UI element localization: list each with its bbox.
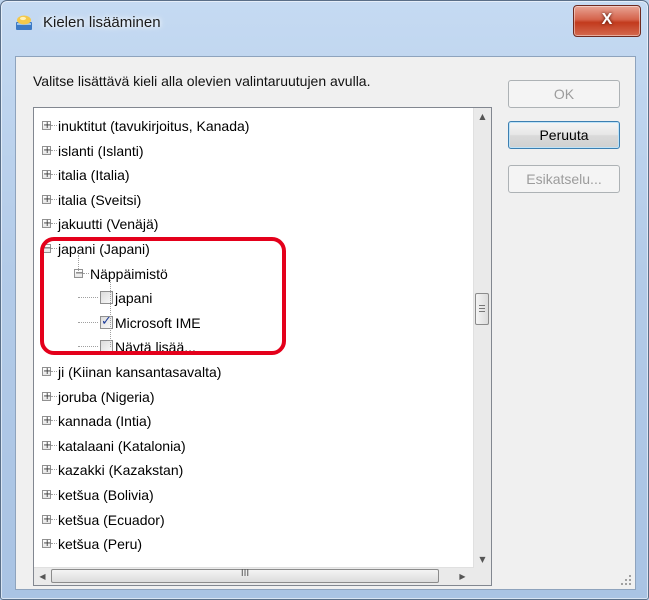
tree-row[interactable]: + kazakki (Kazakstan): [34, 459, 474, 482]
tree-row[interactable]: Näytä lisää...: [34, 336, 474, 359]
collapse-icon[interactable]: −: [42, 244, 51, 254]
tree-row[interactable]: − Näppäimistö: [34, 263, 474, 286]
tree-row[interactable]: + ji (Kiinan kansantasavalta): [34, 361, 474, 384]
tree-item-label: italia (Italia): [58, 167, 130, 184]
tree-item-label: ji (Kiinan kansantasavalta): [58, 364, 222, 380]
tree-item-label: japani: [115, 290, 153, 307]
expand-icon[interactable]: +: [42, 465, 51, 475]
tree-item-label: kannada (Intia): [58, 413, 152, 430]
resize-grip-icon[interactable]: [621, 575, 631, 585]
cancel-button[interactable]: Peruuta: [508, 121, 620, 149]
expand-icon[interactable]: +: [42, 490, 51, 500]
vertical-scroll-thumb[interactable]: [475, 293, 489, 325]
tree-row[interactable]: + ketšua (Bolivia): [34, 484, 474, 507]
tree-item-label: inuktitut (tavukirjoitus, Kanada): [58, 118, 250, 134]
tree-row[interactable]: Microsoft IME: [34, 312, 474, 335]
scrollbar-corner: [474, 568, 491, 585]
tree-item-label: ketšua (Peru): [58, 536, 143, 553]
tree-row[interactable]: + italia (Sveitsi): [34, 189, 474, 212]
expand-icon[interactable]: +: [42, 391, 51, 401]
keyboard-checkbox[interactable]: [100, 314, 113, 329]
vertical-scrollbar[interactable]: ▲ ▼: [473, 108, 491, 568]
dialog-client-area: Valitse lisättävä kieli alla olevien val…: [15, 56, 636, 590]
tree-row[interactable]: + italia (Italia): [34, 164, 474, 187]
expand-icon[interactable]: +: [42, 194, 51, 204]
keyboard-checkbox[interactable]: [100, 291, 113, 305]
dialog-window: Kielen lisääminen X Valitse lisättävä ki…: [0, 0, 649, 600]
tree-item-label: ketšua (Bolivia): [58, 487, 154, 503]
preview-button[interactable]: Esikatselu...: [508, 165, 620, 193]
tree-item-label: Microsoft IME: [115, 314, 201, 331]
expand-icon[interactable]: +: [42, 367, 51, 377]
tree-row[interactable]: + inuktitut (tavukirjoitus, Kanada): [34, 115, 474, 138]
tree-item-label: ketšua (Ecuador): [58, 511, 165, 528]
tree-row[interactable]: + jakuutti (Venäjä): [34, 213, 474, 236]
expand-icon[interactable]: +: [42, 145, 51, 155]
tree-row[interactable]: + ketšua (Ecuador): [34, 509, 474, 532]
expand-icon[interactable]: +: [42, 514, 51, 524]
tree-item-label: italia (Sveitsi): [58, 191, 142, 208]
keyboard-checkbox[interactable]: [100, 340, 113, 354]
tree-item-label: Näytä lisää...: [115, 339, 196, 356]
tree-row[interactable]: − japani (Japani): [34, 238, 474, 261]
scroll-up-arrow-icon[interactable]: ▲: [474, 108, 491, 125]
expand-icon[interactable]: +: [42, 170, 51, 180]
tree-row[interactable]: + katalaani (Katalonia): [34, 435, 474, 458]
expand-icon[interactable]: +: [42, 416, 51, 426]
tree-row[interactable]: + islanti (Islanti): [34, 140, 474, 163]
tree-item-label: japani (Japani): [58, 241, 150, 257]
scroll-left-arrow-icon[interactable]: ◀: [34, 568, 51, 585]
tree-row[interactable]: japani: [34, 287, 474, 310]
expand-icon[interactable]: +: [42, 440, 51, 450]
close-button[interactable]: X: [573, 5, 641, 37]
language-globe-icon: [16, 15, 32, 30]
tree-row[interactable]: + ketšua (Peru): [34, 533, 474, 556]
tree-item-label: jakuutti (Venäjä): [58, 216, 159, 233]
horizontal-scrollbar[interactable]: ◀ III ▶: [34, 567, 474, 585]
instruction-text: Valitse lisättävä kieli alla olevien val…: [33, 73, 371, 89]
tree-item-label: joruba (Nigeria): [58, 388, 155, 405]
expand-icon[interactable]: +: [42, 539, 51, 549]
expand-icon[interactable]: +: [42, 121, 51, 131]
window-title: Kielen lisääminen: [43, 14, 161, 31]
tree-item-label: islanti (Islanti): [58, 142, 144, 159]
tree-row[interactable]: + joruba (Nigeria): [34, 386, 474, 409]
expand-icon[interactable]: +: [42, 219, 51, 229]
tree-item-label: katalaani (Katalonia): [58, 437, 186, 454]
scroll-right-arrow-icon[interactable]: ▶: [454, 568, 471, 585]
language-tree[interactable]: + inuktitut (tavukirjoitus, Kanada) + islan…: [33, 107, 492, 586]
scroll-down-arrow-icon[interactable]: ▼: [474, 551, 491, 568]
tree-item-label: kazakki (Kazakstan): [58, 462, 184, 479]
tree-item-label: Näppäimistö: [90, 265, 168, 282]
tree-row[interactable]: + kannada (Intia): [34, 410, 474, 433]
title-bar[interactable]: Kielen lisääminen X: [1, 1, 648, 45]
horizontal-scroll-thumb[interactable]: III: [51, 569, 439, 583]
ok-button[interactable]: OK: [508, 80, 620, 108]
